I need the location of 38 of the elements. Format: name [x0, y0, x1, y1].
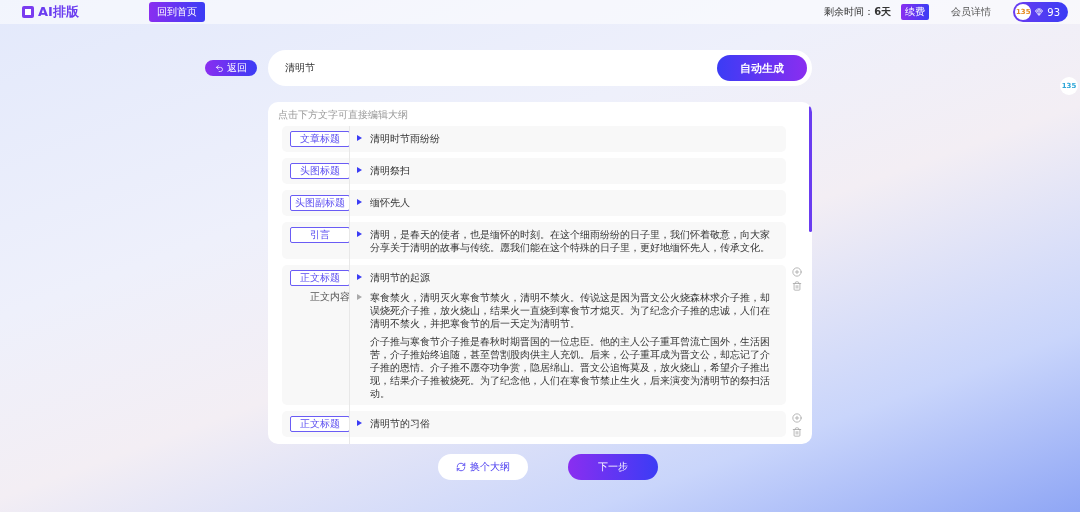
- refresh-icon: [456, 462, 466, 472]
- paragraph[interactable]: 介子推与寒食节介子推是春秋时期晋国的一位忠臣。他的主人公子重耳曾流亡国外，生活困苦，介子推始终追随，甚至曾割股肉供主人充饥。后来，公子重耳成为晋文公，却忘记了介子推的恩情。介子推不愿夺功争赏，隐居绵山。晋文公追悔莫及，放火烧山，希望介子推出现，结果介子推被烧死。为了纪念他，人们在寒食节禁止生火，后来演变为清明节的祭扫活动。: [370, 334, 778, 400]
- change-outline-button[interactable]: 换个大纲: [438, 454, 528, 480]
- row-tag: 正文标题: [290, 416, 350, 432]
- caret-icon[interactable]: [357, 167, 362, 173]
- row-tag: 文章标题: [290, 131, 350, 147]
- undo-arrow-icon: [215, 63, 224, 73]
- edit-hint: 点击下方文字可直接编辑大纲: [278, 108, 409, 122]
- logo-icon: [22, 6, 34, 18]
- next-button[interactable]: 下一步: [568, 454, 658, 480]
- diamond-icon: [1035, 8, 1044, 16]
- back-button[interactable]: 返回: [205, 60, 257, 76]
- paragraph[interactable]: 寒食禁火，清明灭火寒食节禁火，清明不禁火。传说这是因为晋文公火烧森林求介子推，却误烧死介子推，放火烧山，结果火一直烧到寒食节才熄灭。为了纪念介子推的忠诚，人们在清明不禁火，并把寒食节的后一天定为清明节。: [370, 290, 778, 330]
- row-text[interactable]: 清明时节雨纷纷: [370, 131, 778, 145]
- remaining-label: 剩余时间：: [824, 5, 875, 19]
- scrollbar[interactable]: [809, 106, 812, 232]
- row-tag: 头图副标题: [290, 195, 350, 211]
- generate-button[interactable]: 自动生成: [717, 55, 807, 81]
- caret-icon[interactable]: [357, 135, 362, 141]
- row-text[interactable]: 缅怀先人: [370, 195, 778, 209]
- logo[interactable]: AI排版: [22, 3, 79, 21]
- home-button[interactable]: 回到首页: [148, 2, 205, 22]
- row-tag: 正文标题: [290, 270, 350, 286]
- remaining-days: 6天: [874, 5, 892, 19]
- renew-button[interactable]: 续费: [901, 4, 930, 20]
- member-link[interactable]: 会员详情: [951, 5, 992, 19]
- row-tag: 头图标题: [290, 163, 350, 179]
- content-label: 正文内容: [309, 290, 350, 304]
- row-tag: 引言: [290, 227, 350, 243]
- caret-icon[interactable]: [357, 199, 362, 205]
- caret-icon[interactable]: [357, 420, 362, 426]
- points-count: 93: [1047, 6, 1060, 18]
- row-text[interactable]: 清明，是春天的使者，也是缅怀的时刻。在这个细雨纷纷的日子里，我们怀着敬意，向大家分享关于清明的故事与传统。愿我们能在这个特殊的日子里，更好地缅怀先人，传承文化。: [370, 227, 778, 254]
- caret-icon[interactable]: [357, 274, 362, 280]
- row-text[interactable]: 清明节的习俗: [370, 416, 778, 430]
- row-text[interactable]: 清明祭扫: [370, 163, 778, 177]
- caret-icon[interactable]: [357, 231, 362, 237]
- row-text[interactable]: 清明节的起源: [370, 270, 778, 284]
